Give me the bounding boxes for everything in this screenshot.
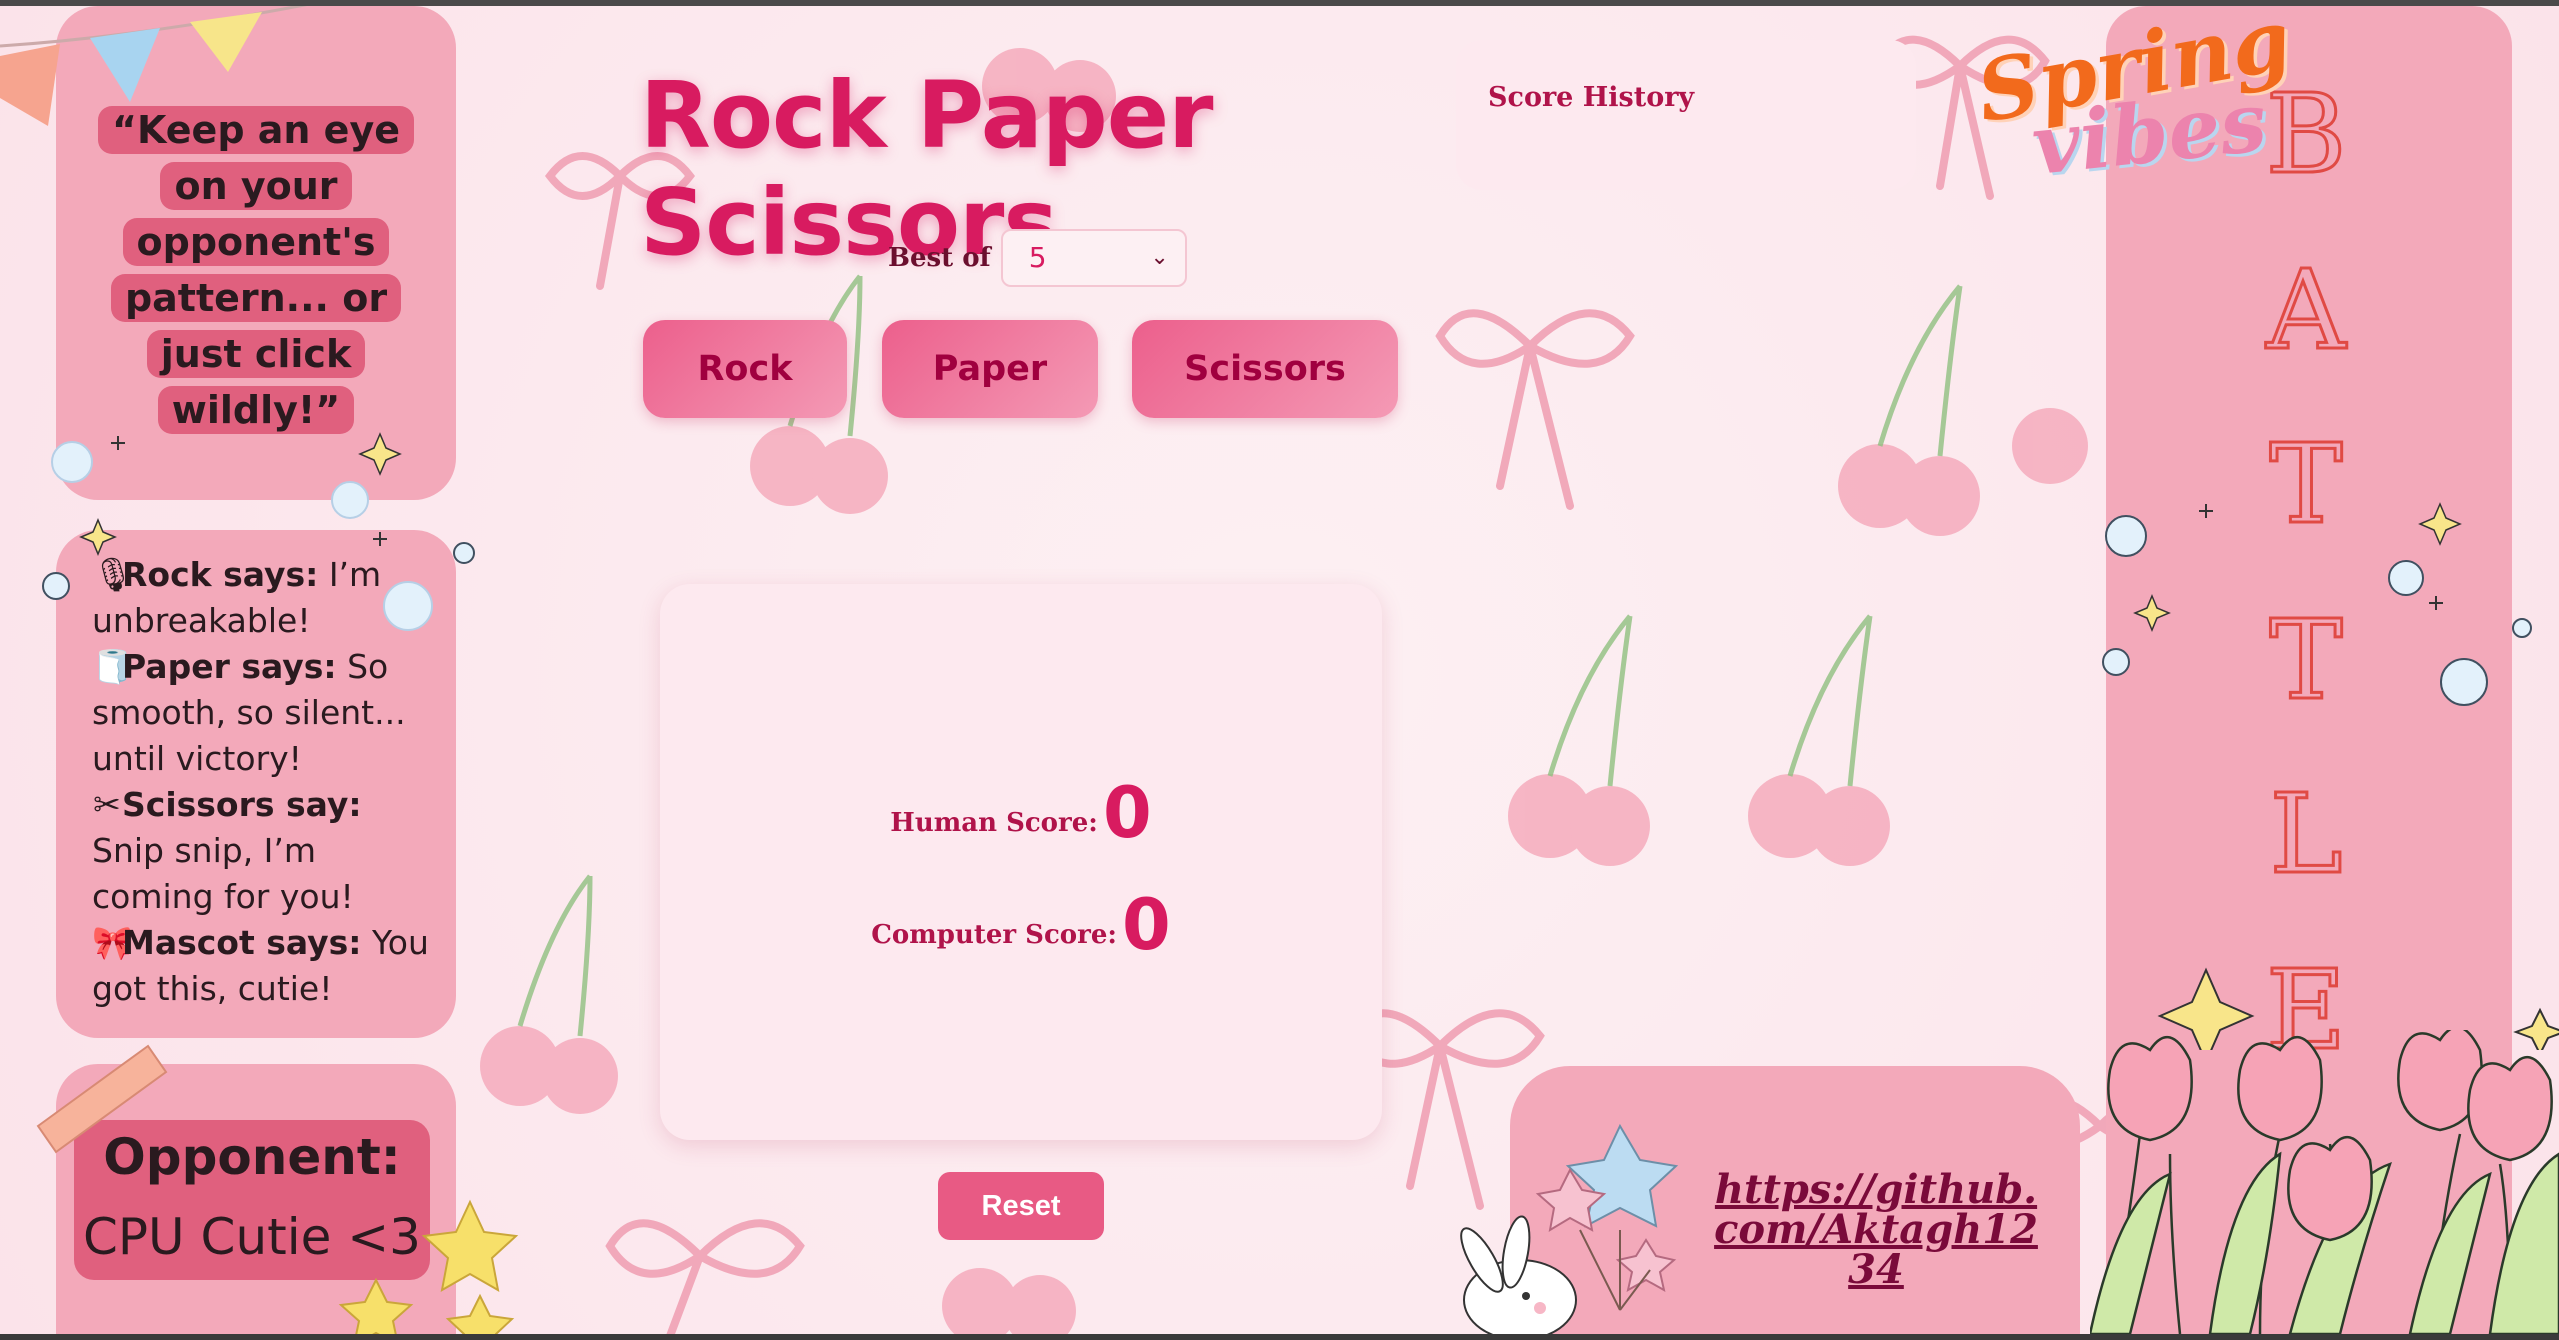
scissors-button[interactable]: Scissors <box>1132 320 1398 418</box>
computer-score-row: Computer Score: 0 <box>660 884 1382 966</box>
chevron-down-icon: ⌄ <box>1150 245 1169 270</box>
paper-roll-icon: 🧻 <box>92 647 134 686</box>
window-bottom-border <box>0 1334 2559 1340</box>
quote-text: “Keep an eye on your opponent's pattern.… <box>76 102 436 438</box>
rock-button[interactable]: Rock <box>643 320 847 418</box>
spring-vibes-logo: Spring vibes <box>1966 0 2298 194</box>
score-panel <box>660 584 1382 1140</box>
computer-score-value: 0 <box>1122 884 1171 966</box>
sparkles-decoration <box>2102 502 2559 1050</box>
scissors-icon: ✂ <box>93 785 121 824</box>
list-item: 🎀Mascot says: You got this, cutie! <box>92 920 442 1012</box>
tape-decoration <box>36 1044 168 1154</box>
bunting-decoration <box>0 6 308 126</box>
computer-score-label: Computer Score: <box>871 920 1117 950</box>
stars-decoration <box>338 1199 519 1340</box>
human-score-row: Human Score: 0 <box>660 772 1382 854</box>
human-score-label: Human Score: <box>890 808 1098 838</box>
list-item: ✂Scissors say: Snip snip, I’m coming for… <box>92 782 442 920</box>
tulips-decoration <box>2090 1030 2559 1334</box>
list-item: 🧻Paper says: So smooth, so silent... unt… <box>92 644 442 782</box>
score-history-panel: Score History <box>1456 40 1916 190</box>
best-of-control: Best of 5 ⌄ <box>888 229 1187 287</box>
paper-button[interactable]: Paper <box>882 320 1098 418</box>
ribbon-icon: 🎀 <box>92 923 134 962</box>
best-of-select[interactable]: 5 ⌄ <box>1000 229 1187 287</box>
best-of-label: Best of <box>888 243 991 273</box>
github-link[interactable]: https://github.com/Aktagh1234 <box>1706 1170 2046 1290</box>
bubbles-decoration <box>42 432 475 631</box>
best-of-value: 5 <box>1028 241 1047 274</box>
human-score-value: 0 <box>1102 772 1152 854</box>
bunny-balloons-decoration <box>1460 1123 1679 1334</box>
battle-letter: A <box>2265 245 2347 376</box>
score-history-title: Score History <box>1488 82 1695 113</box>
reset-button[interactable]: Reset <box>938 1172 1104 1240</box>
